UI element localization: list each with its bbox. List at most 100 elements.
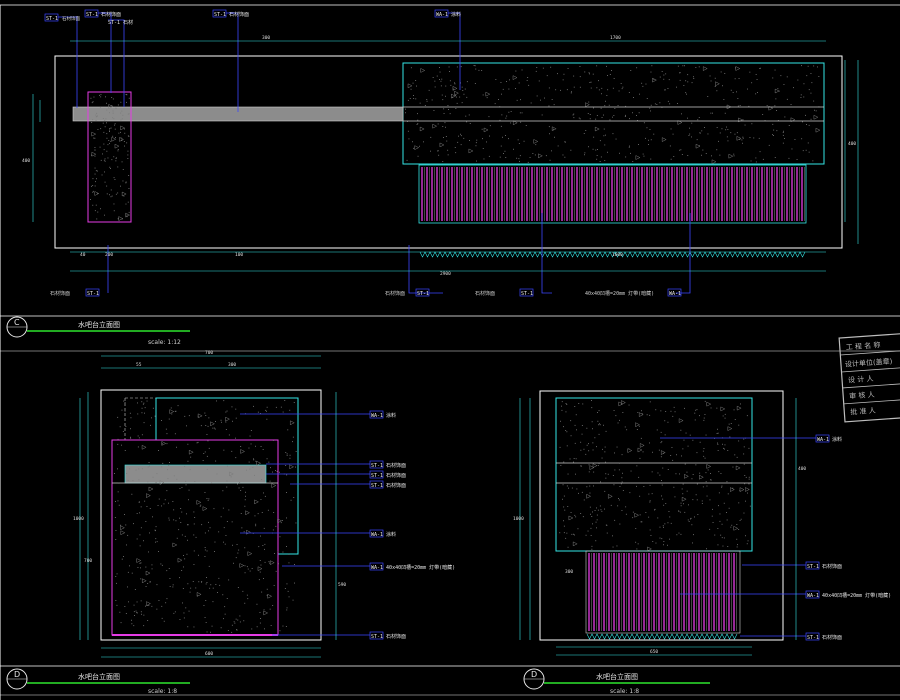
stone-speck — [459, 96, 461, 98]
stone-speck — [733, 155, 735, 157]
stone-speck — [571, 533, 573, 535]
stone-speck — [748, 483, 750, 485]
stone-speck — [509, 79, 510, 81]
stone-speck — [749, 137, 751, 138]
stone-triangle — [240, 449, 246, 454]
stone-triangle — [120, 125, 126, 131]
stone-speck — [286, 607, 288, 609]
stone-speck — [213, 427, 215, 429]
stone-speck — [591, 421, 593, 423]
stone-speck — [528, 84, 530, 86]
stone-speck — [571, 487, 573, 489]
stone-speck — [95, 120, 97, 122]
stone-speck — [141, 407, 143, 409]
stone-speck — [208, 417, 210, 419]
stone-speck — [782, 132, 784, 133]
stone-speck — [621, 88, 623, 90]
stone-speck — [127, 113, 129, 115]
stone-speck — [620, 83, 622, 84]
stone-speck — [104, 181, 106, 183]
stone-triangle — [91, 151, 97, 157]
stone-speck — [214, 551, 215, 552]
stone-speck — [662, 467, 664, 469]
stone-speck — [145, 521, 147, 522]
stone-speck — [184, 415, 186, 417]
stone-speck — [813, 65, 815, 67]
stone-speck — [739, 520, 741, 521]
stone-speck — [430, 136, 432, 138]
stone-speck — [135, 469, 137, 471]
stone-triangle — [120, 525, 126, 531]
stone-speck — [122, 431, 124, 432]
stone-speck — [570, 149, 572, 151]
stone-speck — [127, 154, 129, 156]
stone-speck — [695, 67, 697, 68]
stone-speck — [691, 82, 693, 84]
stone-speck — [124, 402, 126, 403]
stone-speck — [575, 458, 577, 460]
stone-speck — [692, 474, 694, 475]
stone-speck — [597, 420, 599, 422]
stone-speck — [120, 185, 121, 187]
stone-speck — [659, 526, 661, 528]
stone-speck — [721, 485, 723, 487]
stone-speck — [573, 75, 575, 77]
stone-speck — [702, 450, 704, 452]
stone-speck — [104, 126, 106, 128]
stone-speck — [680, 505, 682, 507]
stone-speck — [737, 105, 739, 107]
stone-speck — [677, 103, 678, 104]
stone-speck — [179, 619, 181, 620]
stone-speck — [544, 97, 545, 99]
stone-speck — [648, 144, 649, 145]
stone-triangle — [813, 114, 819, 120]
stone-speck — [253, 458, 254, 460]
stone-speck — [743, 463, 745, 465]
stone-speck — [237, 587, 239, 588]
stone-speck — [722, 545, 724, 547]
stone-speck — [665, 73, 667, 75]
stone-speck — [106, 150, 108, 152]
stone-speck — [740, 403, 741, 405]
stone-triangle — [733, 525, 739, 531]
stone-speck — [120, 622, 122, 624]
stone-speck — [605, 134, 606, 136]
stone-speck — [193, 534, 195, 536]
stone-speck — [672, 133, 674, 135]
stone-speck — [464, 88, 466, 90]
stone-speck — [139, 534, 141, 536]
stone-speck — [694, 419, 696, 421]
stone-speck — [645, 137, 646, 139]
stone-speck — [581, 425, 583, 426]
stone-speck — [235, 557, 237, 559]
stone-speck — [444, 122, 446, 124]
stone-speck — [743, 453, 745, 455]
stone-speck — [615, 415, 617, 417]
stone-speck — [209, 587, 211, 589]
stone-speck — [205, 415, 207, 416]
stone-speck — [520, 121, 522, 123]
elev-c-tags: ST-1 ST-1 石材饰面 ST-1 石材 ST-1 石材饰面 WA-1 涂料 — [44, 9, 461, 26]
stone-speck — [199, 505, 201, 507]
stone-speck — [136, 612, 138, 613]
stone-speck — [155, 526, 157, 528]
stone-speck — [597, 412, 598, 413]
stone-triangle — [225, 416, 231, 422]
stone-speck — [133, 625, 135, 627]
stone-speck — [818, 76, 820, 77]
stone-speck — [645, 83, 647, 85]
stone-speck — [121, 558, 123, 560]
stone-speck — [502, 136, 503, 138]
stone-speck — [593, 136, 595, 138]
stone-triangle — [512, 75, 518, 81]
stone-speck — [569, 458, 571, 460]
stone-triangle — [551, 126, 557, 132]
stone-speck — [201, 581, 202, 583]
stone-speck — [194, 517, 196, 518]
stone-speck — [564, 509, 566, 511]
stone-speck — [217, 592, 218, 593]
stamp-row-3: 设 计 人 — [848, 374, 874, 385]
stone-speck — [269, 480, 271, 482]
label-note-1: 石材饰面 — [62, 15, 80, 22]
stone-speck — [652, 541, 654, 542]
